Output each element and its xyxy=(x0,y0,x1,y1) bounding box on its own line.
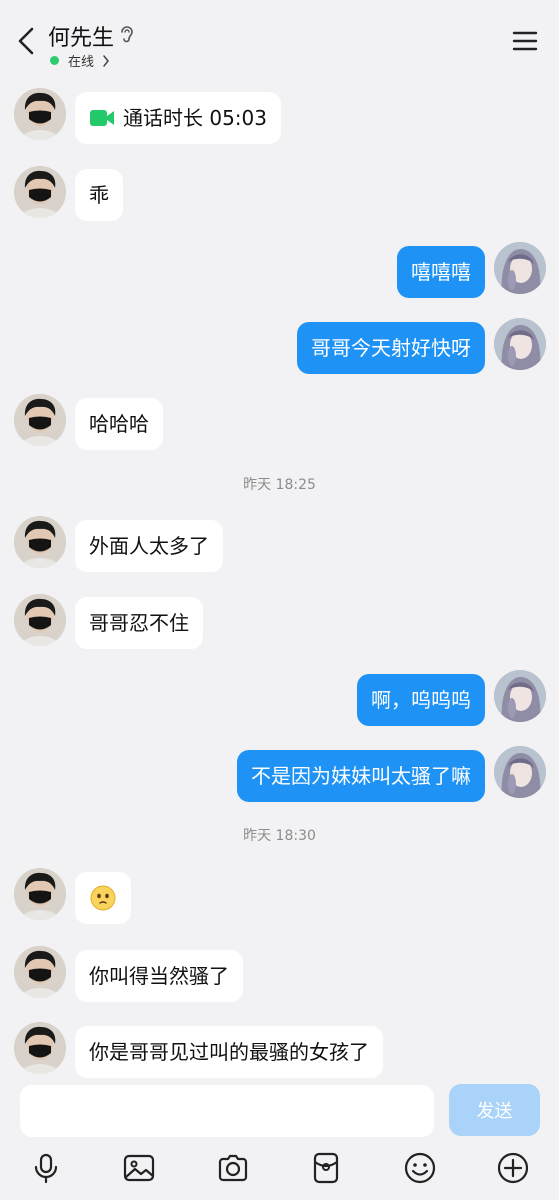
self-avatar[interactable] xyxy=(494,746,546,798)
thinking-face-emoji xyxy=(90,885,116,911)
message-bubble[interactable]: 不是因为妹妹叫太骚了嘛 xyxy=(237,750,485,802)
call-record-bubble[interactable]: 通话时长 05:03 xyxy=(75,92,281,144)
chevron-right-icon xyxy=(103,54,109,67)
input-bar: 发送 xyxy=(0,1078,559,1200)
microphone-icon[interactable] xyxy=(29,1151,63,1185)
video-call-icon xyxy=(90,110,114,126)
timestamp: 昨天 18:25 xyxy=(243,477,316,493)
contact-avatar[interactable] xyxy=(14,516,66,568)
status-text: 在线 xyxy=(68,55,95,70)
message-bubble[interactable]: 你是哥哥见过叫的最骚的女孩了 xyxy=(75,1026,383,1078)
timestamp: 昨天 18:30 xyxy=(243,828,316,844)
contact-avatar[interactable] xyxy=(14,166,66,218)
contact-avatar[interactable] xyxy=(14,946,66,998)
chat-header: 何先生 在线 xyxy=(0,0,559,78)
self-avatar[interactable] xyxy=(494,242,546,294)
camera-icon[interactable] xyxy=(216,1151,250,1185)
self-avatar[interactable] xyxy=(494,318,546,370)
plus-icon[interactable] xyxy=(496,1151,530,1185)
send-button[interactable]: 发送 xyxy=(449,1084,540,1136)
self-avatar[interactable] xyxy=(494,670,546,722)
online-dot-icon xyxy=(50,56,59,65)
back-arrow-icon[interactable] xyxy=(14,26,40,56)
earpiece-mode-icon[interactable] xyxy=(119,24,135,44)
contact-avatar[interactable] xyxy=(14,1022,66,1074)
message-bubble[interactable]: 外面人太多了 xyxy=(75,520,223,572)
red-packet-icon[interactable] xyxy=(309,1151,343,1185)
online-status[interactable]: 在线 xyxy=(50,51,110,70)
contact-avatar[interactable] xyxy=(14,868,66,920)
contact-name[interactable]: 何先生 xyxy=(48,20,114,52)
menu-icon[interactable] xyxy=(512,30,538,52)
call-duration-text: 通话时长 05:03 xyxy=(123,106,267,130)
image-icon[interactable] xyxy=(122,1151,156,1185)
emoji-icon[interactable] xyxy=(403,1151,437,1185)
message-input[interactable] xyxy=(20,1085,434,1137)
message-bubble[interactable]: 哥哥今天射好快呀 xyxy=(297,322,485,374)
message-bubble[interactable]: 啊，呜呜呜 xyxy=(357,674,485,726)
contact-avatar[interactable] xyxy=(14,88,66,140)
contact-avatar[interactable] xyxy=(14,394,66,446)
message-bubble[interactable]: 哥哥忍不住 xyxy=(75,597,203,649)
emoji-bubble[interactable] xyxy=(75,872,131,924)
message-bubble[interactable]: 嘻嘻嘻 xyxy=(397,246,485,298)
contact-avatar[interactable] xyxy=(14,594,66,646)
message-bubble[interactable]: 你叫得当然骚了 xyxy=(75,950,243,1002)
message-bubble[interactable]: 哈哈哈 xyxy=(75,398,163,450)
message-bubble[interactable]: 乖 xyxy=(75,169,123,221)
